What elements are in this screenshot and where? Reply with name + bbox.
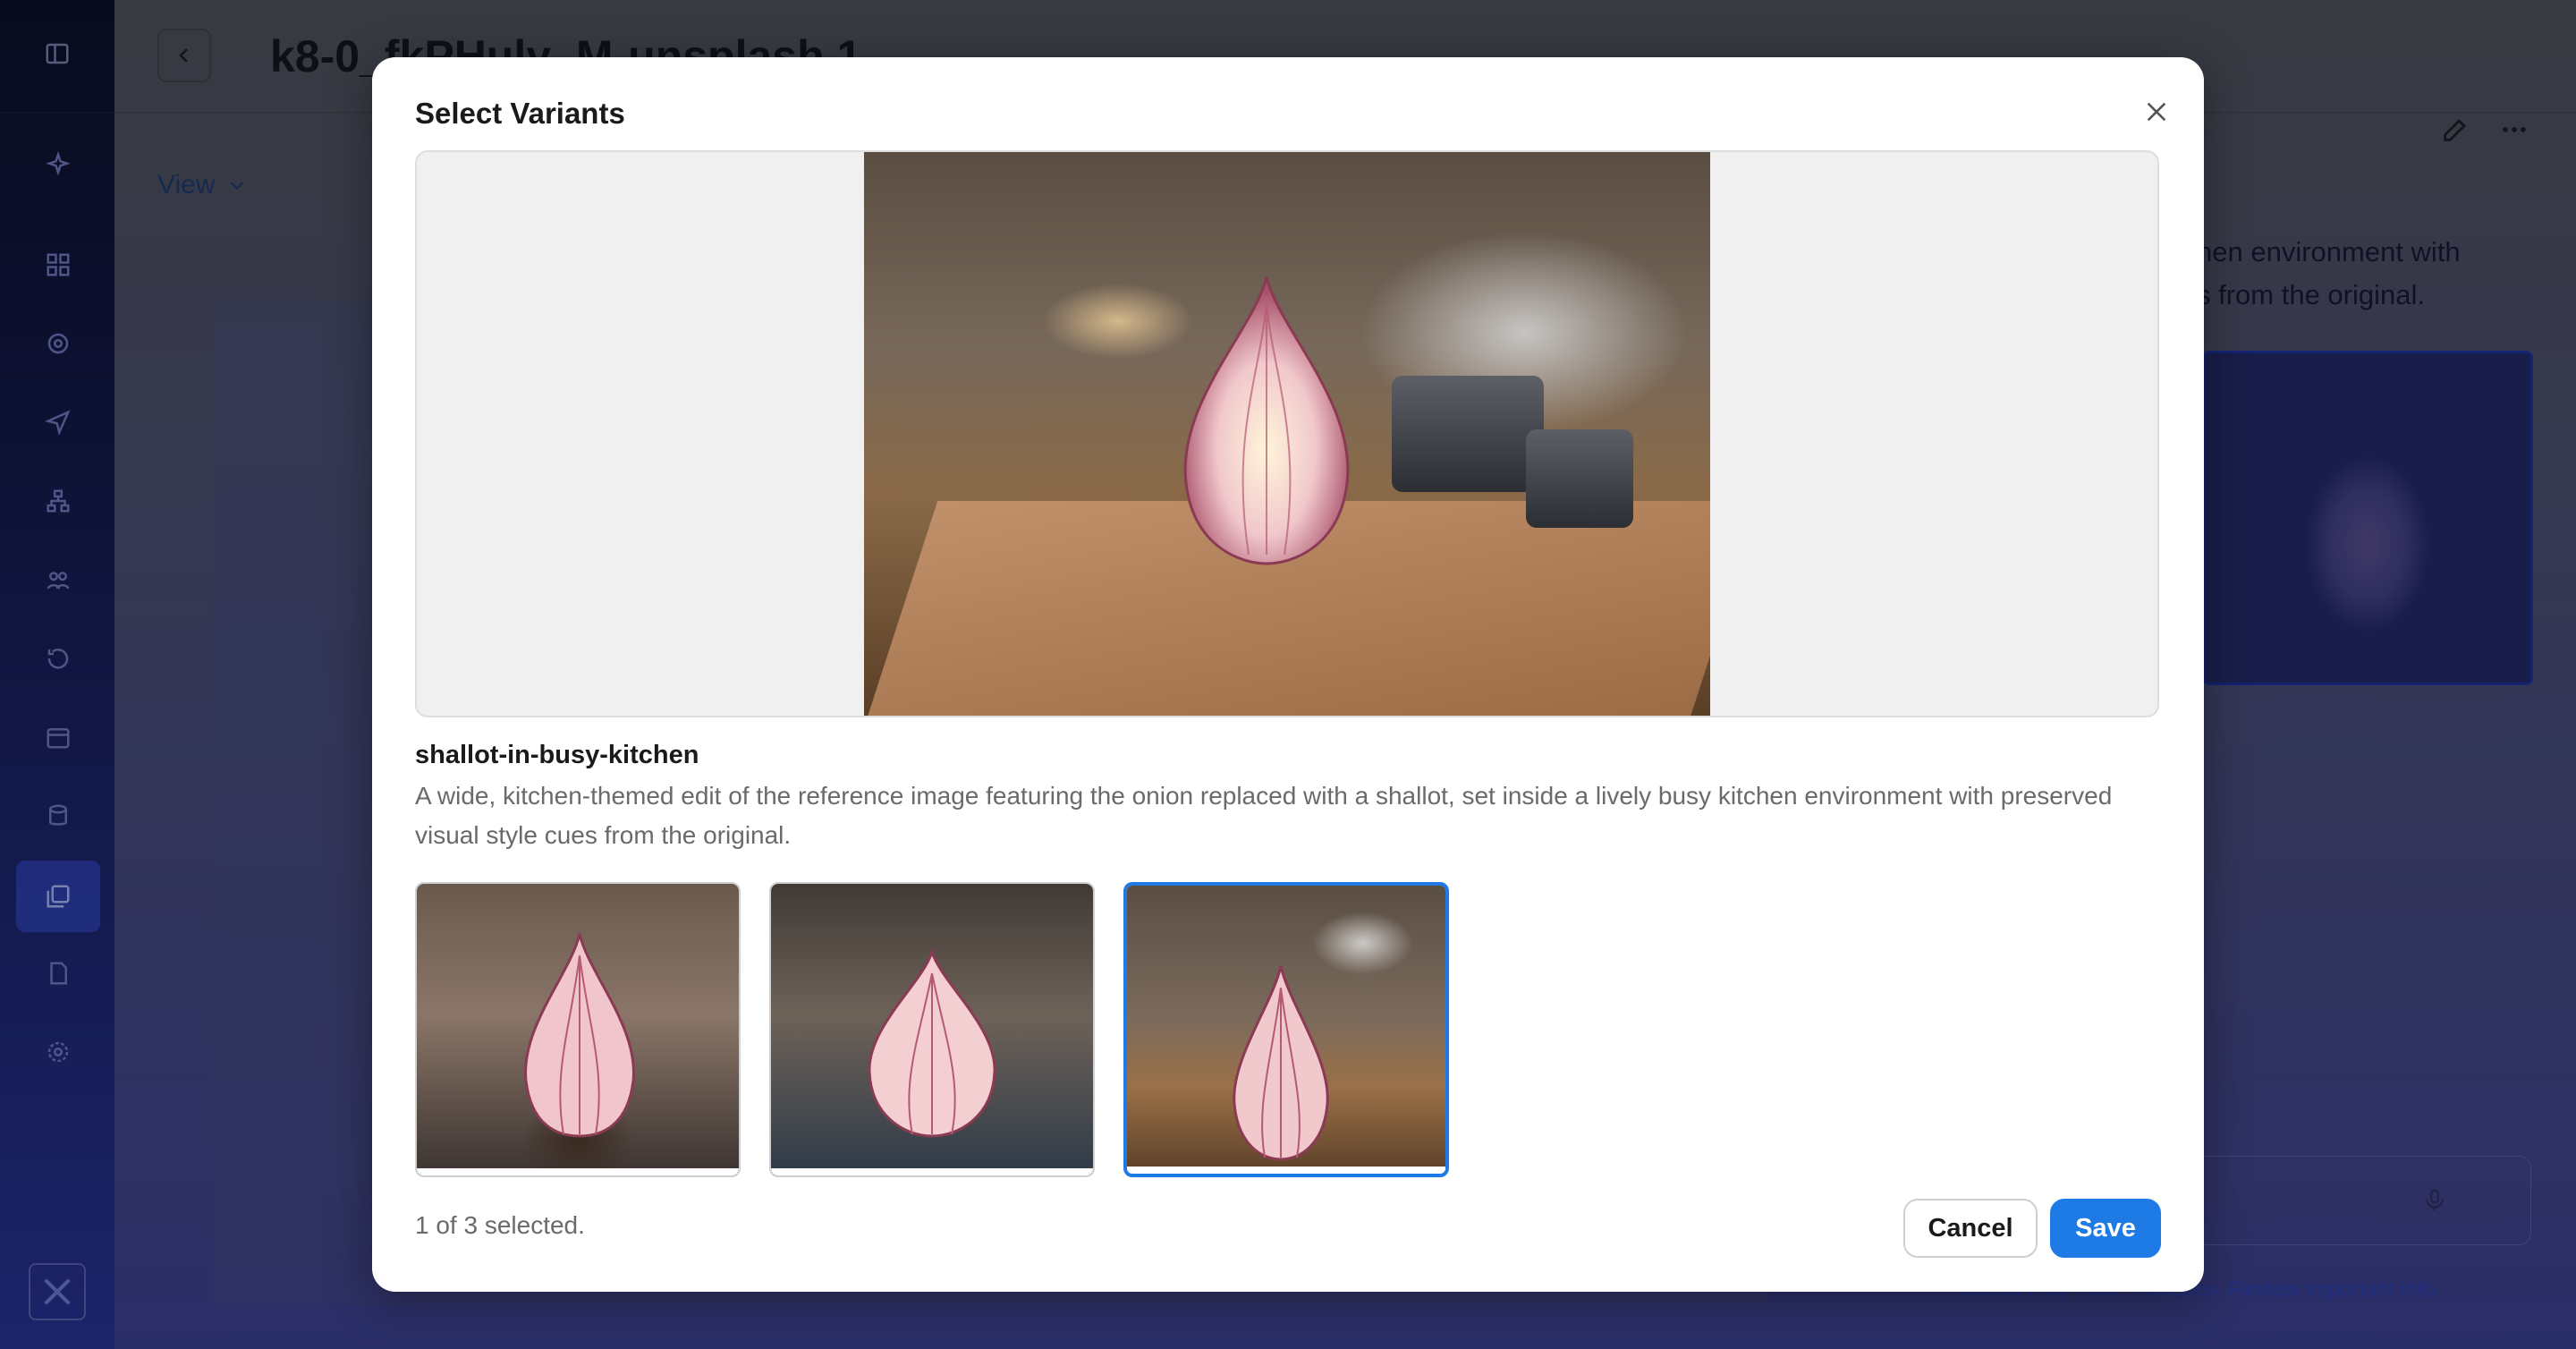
variant-preview [415, 150, 2159, 717]
close-button[interactable] [2134, 89, 2179, 134]
preview-image [864, 152, 1710, 716]
variant-thumbnail[interactable] [415, 882, 741, 1177]
dialog-title: Select Variants [415, 97, 625, 130]
variant-thumbnail-selected[interactable] [1123, 882, 1449, 1177]
selection-status: 1 of 3 selected. [415, 1211, 585, 1239]
cancel-button[interactable]: Cancel [1903, 1199, 2038, 1258]
select-variants-dialog: Select Variants shallot-in-busy-kitchen … [372, 57, 2204, 1292]
variant-name: shallot-in-busy-kitchen [415, 741, 699, 769]
variant-description: A wide, kitchen-themed edit of the refer… [415, 782, 2113, 849]
save-button[interactable]: Save [2050, 1199, 2161, 1258]
variant-thumbnail[interactable] [769, 882, 1095, 1177]
close-icon [2147, 102, 2166, 122]
